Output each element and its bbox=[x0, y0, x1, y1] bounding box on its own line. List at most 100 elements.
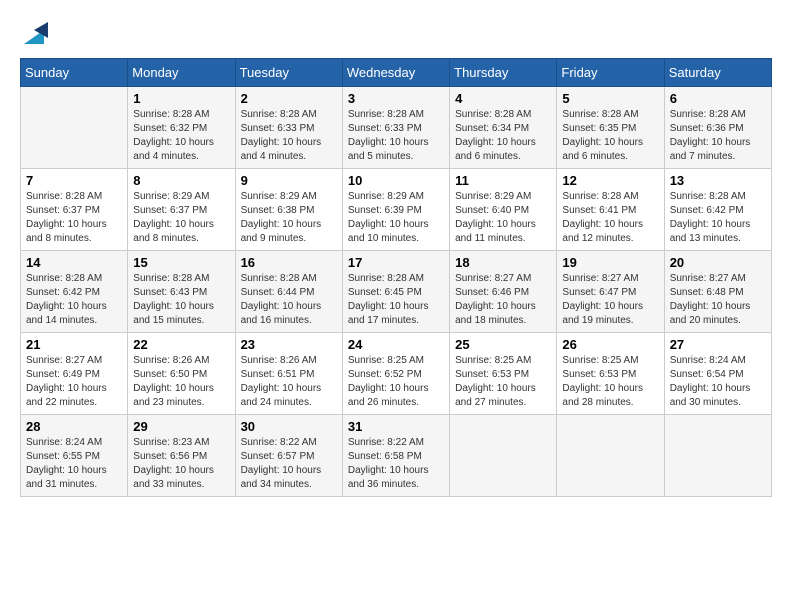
calendar-cell: 18 Sunrise: 8:27 AM Sunset: 6:46 PM Dayli… bbox=[450, 251, 557, 333]
day-info: Sunrise: 8:28 AM Sunset: 6:41 PM Dayligh… bbox=[562, 190, 658, 246]
calendar-week-3: 14 Sunrise: 8:28 AM Sunset: 6:42 PM Dayli… bbox=[21, 251, 772, 333]
logo bbox=[20, 20, 48, 48]
calendar-cell bbox=[557, 415, 664, 497]
calendar-cell: 6 Sunrise: 8:28 AM Sunset: 6:36 PM Daylig… bbox=[664, 87, 771, 169]
day-number: 21 bbox=[26, 337, 122, 352]
day-info: Sunrise: 8:28 AM Sunset: 6:33 PM Dayligh… bbox=[241, 108, 337, 164]
day-info: Sunrise: 8:29 AM Sunset: 6:38 PM Dayligh… bbox=[241, 190, 337, 246]
calendar-cell: 26 Sunrise: 8:25 AM Sunset: 6:53 PM Dayli… bbox=[557, 333, 664, 415]
day-info: Sunrise: 8:29 AM Sunset: 6:39 PM Dayligh… bbox=[348, 190, 444, 246]
day-info: Sunrise: 8:28 AM Sunset: 6:32 PM Dayligh… bbox=[133, 108, 229, 164]
calendar-cell: 8 Sunrise: 8:29 AM Sunset: 6:37 PM Daylig… bbox=[128, 169, 235, 251]
day-number: 30 bbox=[241, 419, 337, 434]
day-info: Sunrise: 8:28 AM Sunset: 6:34 PM Dayligh… bbox=[455, 108, 551, 164]
calendar-week-5: 28Sunrise: 8:24 AM Sunset: 6:55 PM Dayli… bbox=[21, 415, 772, 497]
calendar-cell: 10 Sunrise: 8:29 AM Sunset: 6:39 PM Dayli… bbox=[342, 169, 449, 251]
day-number: 8 bbox=[133, 173, 229, 188]
calendar-cell: 16 Sunrise: 8:28 AM Sunset: 6:44 PM Dayli… bbox=[235, 251, 342, 333]
col-header-sunday: Sunday bbox=[21, 59, 128, 87]
calendar-cell: 23Sunrise: 8:26 AM Sunset: 6:51 PM Dayli… bbox=[235, 333, 342, 415]
calendar-cell bbox=[21, 87, 128, 169]
day-info: Sunrise: 8:25 AM Sunset: 6:53 PM Dayligh… bbox=[455, 354, 551, 410]
calendar-cell bbox=[664, 415, 771, 497]
calendar-week-4: 21 Sunrise: 8:27 AM Sunset: 6:49 PM Dayli… bbox=[21, 333, 772, 415]
day-info: Sunrise: 8:28 AM Sunset: 6:36 PM Dayligh… bbox=[670, 108, 766, 164]
day-number: 27 bbox=[670, 337, 766, 352]
col-header-thursday: Thursday bbox=[450, 59, 557, 87]
day-number: 19 bbox=[562, 255, 658, 270]
day-number: 13 bbox=[670, 173, 766, 188]
day-number: 2 bbox=[241, 91, 337, 106]
calendar-cell: 9 Sunrise: 8:29 AM Sunset: 6:38 PM Daylig… bbox=[235, 169, 342, 251]
day-number: 26 bbox=[562, 337, 658, 352]
day-info: Sunrise: 8:22 AM Sunset: 6:58 PM Dayligh… bbox=[348, 436, 444, 492]
day-info: Sunrise: 8:28 AM Sunset: 6:44 PM Dayligh… bbox=[241, 272, 337, 328]
day-number: 17 bbox=[348, 255, 444, 270]
day-number: 14 bbox=[26, 255, 122, 270]
day-info: Sunrise: 8:24 AM Sunset: 6:54 PM Dayligh… bbox=[670, 354, 766, 410]
day-number: 24 bbox=[348, 337, 444, 352]
day-info: Sunrise: 8:28 AM Sunset: 6:45 PM Dayligh… bbox=[348, 272, 444, 328]
calendar-cell: 31Sunrise: 8:22 AM Sunset: 6:58 PM Dayli… bbox=[342, 415, 449, 497]
day-info: Sunrise: 8:26 AM Sunset: 6:51 PM Dayligh… bbox=[241, 354, 337, 410]
day-number: 29 bbox=[133, 419, 229, 434]
col-header-tuesday: Tuesday bbox=[235, 59, 342, 87]
calendar-cell: 19 Sunrise: 8:27 AM Sunset: 6:47 PM Dayli… bbox=[557, 251, 664, 333]
day-info: Sunrise: 8:25 AM Sunset: 6:52 PM Dayligh… bbox=[348, 354, 444, 410]
col-header-friday: Friday bbox=[557, 59, 664, 87]
calendar-cell: 3Sunrise: 8:28 AM Sunset: 6:33 PM Daylig… bbox=[342, 87, 449, 169]
calendar-cell: 27 Sunrise: 8:24 AM Sunset: 6:54 PM Dayli… bbox=[664, 333, 771, 415]
calendar-cell: 1Sunrise: 8:28 AM Sunset: 6:32 PM Daylig… bbox=[128, 87, 235, 169]
calendar-cell: 28Sunrise: 8:24 AM Sunset: 6:55 PM Dayli… bbox=[21, 415, 128, 497]
logo-icon bbox=[20, 20, 48, 48]
day-number: 18 bbox=[455, 255, 551, 270]
col-header-monday: Monday bbox=[128, 59, 235, 87]
day-number: 6 bbox=[670, 91, 766, 106]
calendar-cell: 24 Sunrise: 8:25 AM Sunset: 6:52 PM Dayli… bbox=[342, 333, 449, 415]
calendar-cell: 13 Sunrise: 8:28 AM Sunset: 6:42 PM Dayli… bbox=[664, 169, 771, 251]
day-number: 5 bbox=[562, 91, 658, 106]
day-number: 9 bbox=[241, 173, 337, 188]
calendar-cell: 25 Sunrise: 8:25 AM Sunset: 6:53 PM Dayli… bbox=[450, 333, 557, 415]
calendar-table: SundayMondayTuesdayWednesdayThursdayFrid… bbox=[20, 58, 772, 497]
day-info: Sunrise: 8:22 AM Sunset: 6:57 PM Dayligh… bbox=[241, 436, 337, 492]
day-info: Sunrise: 8:27 AM Sunset: 6:47 PM Dayligh… bbox=[562, 272, 658, 328]
day-info: Sunrise: 8:28 AM Sunset: 6:35 PM Dayligh… bbox=[562, 108, 658, 164]
day-info: Sunrise: 8:27 AM Sunset: 6:49 PM Dayligh… bbox=[26, 354, 122, 410]
calendar-week-1: 1Sunrise: 8:28 AM Sunset: 6:32 PM Daylig… bbox=[21, 87, 772, 169]
day-info: Sunrise: 8:28 AM Sunset: 6:33 PM Dayligh… bbox=[348, 108, 444, 164]
day-number: 10 bbox=[348, 173, 444, 188]
day-info: Sunrise: 8:26 AM Sunset: 6:50 PM Dayligh… bbox=[133, 354, 229, 410]
calendar-cell: 7Sunrise: 8:28 AM Sunset: 6:37 PM Daylig… bbox=[21, 169, 128, 251]
day-info: Sunrise: 8:28 AM Sunset: 6:42 PM Dayligh… bbox=[670, 190, 766, 246]
day-info: Sunrise: 8:28 AM Sunset: 6:42 PM Dayligh… bbox=[26, 272, 122, 328]
calendar-cell: 2 Sunrise: 8:28 AM Sunset: 6:33 PM Daylig… bbox=[235, 87, 342, 169]
day-info: Sunrise: 8:25 AM Sunset: 6:53 PM Dayligh… bbox=[562, 354, 658, 410]
calendar-cell bbox=[450, 415, 557, 497]
day-number: 4 bbox=[455, 91, 551, 106]
calendar-cell: 5 Sunrise: 8:28 AM Sunset: 6:35 PM Daylig… bbox=[557, 87, 664, 169]
calendar-header-row: SundayMondayTuesdayWednesdayThursdayFrid… bbox=[21, 59, 772, 87]
day-info: Sunrise: 8:29 AM Sunset: 6:40 PM Dayligh… bbox=[455, 190, 551, 246]
day-info: Sunrise: 8:24 AM Sunset: 6:55 PM Dayligh… bbox=[26, 436, 122, 492]
calendar-cell: 17 Sunrise: 8:28 AM Sunset: 6:45 PM Dayli… bbox=[342, 251, 449, 333]
day-number: 11 bbox=[455, 173, 551, 188]
day-info: Sunrise: 8:27 AM Sunset: 6:46 PM Dayligh… bbox=[455, 272, 551, 328]
day-number: 16 bbox=[241, 255, 337, 270]
calendar-cell: 30 Sunrise: 8:22 AM Sunset: 6:57 PM Dayli… bbox=[235, 415, 342, 497]
day-number: 20 bbox=[670, 255, 766, 270]
day-number: 15 bbox=[133, 255, 229, 270]
calendar-cell: 20 Sunrise: 8:27 AM Sunset: 6:48 PM Dayli… bbox=[664, 251, 771, 333]
day-number: 25 bbox=[455, 337, 551, 352]
day-info: Sunrise: 8:29 AM Sunset: 6:37 PM Dayligh… bbox=[133, 190, 229, 246]
calendar-week-2: 7Sunrise: 8:28 AM Sunset: 6:37 PM Daylig… bbox=[21, 169, 772, 251]
calendar-cell: 12 Sunrise: 8:28 AM Sunset: 6:41 PM Dayli… bbox=[557, 169, 664, 251]
page-header bbox=[20, 20, 772, 48]
day-number: 12 bbox=[562, 173, 658, 188]
calendar-cell: 29Sunrise: 8:23 AM Sunset: 6:56 PM Dayli… bbox=[128, 415, 235, 497]
day-info: Sunrise: 8:28 AM Sunset: 6:43 PM Dayligh… bbox=[133, 272, 229, 328]
col-header-saturday: Saturday bbox=[664, 59, 771, 87]
day-number: 7 bbox=[26, 173, 122, 188]
calendar-cell: 21 Sunrise: 8:27 AM Sunset: 6:49 PM Dayli… bbox=[21, 333, 128, 415]
day-info: Sunrise: 8:27 AM Sunset: 6:48 PM Dayligh… bbox=[670, 272, 766, 328]
